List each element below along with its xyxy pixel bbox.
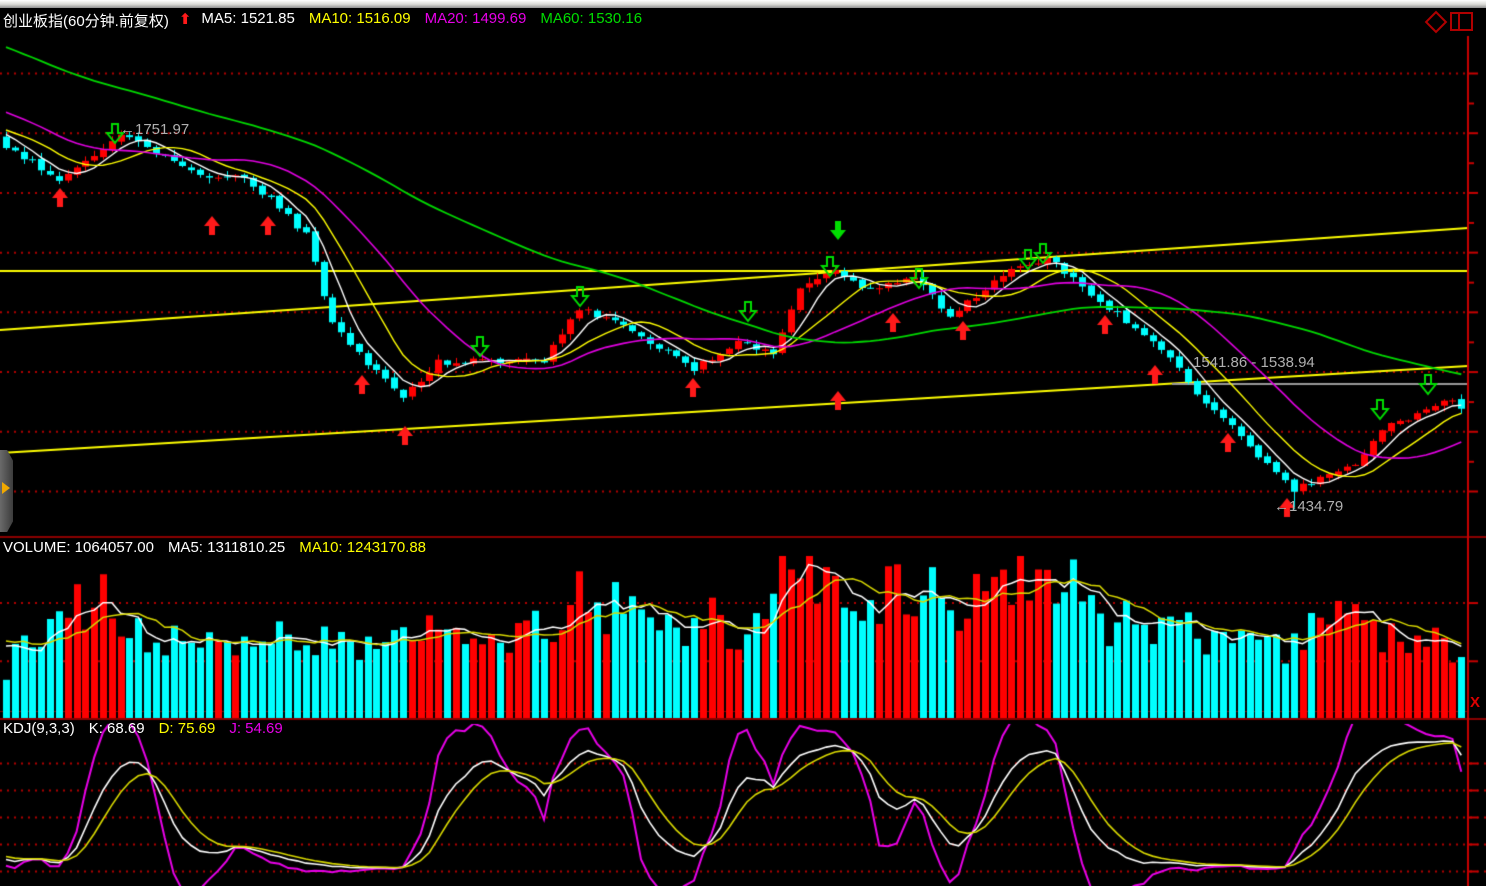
ma5-value: MA5: 1521.85 xyxy=(201,10,294,31)
high-price-annotation: ←1751.97 xyxy=(120,121,189,138)
ma10-value: MA10: 1516.09 xyxy=(309,10,411,31)
volume-ma5-value: MA5: 1311810.25 xyxy=(168,539,285,556)
trading-app-window: 创业板指(60分钟.前复权) ⬆ MA5: 1521.85 MA10: 1516… xyxy=(0,0,1486,886)
volume-pane-header: VOLUME: 1064057.00 MA5: 1311810.25 MA10:… xyxy=(3,539,426,556)
up-arrow-icon: ⬆ xyxy=(179,10,192,31)
kdj-k-value: K: 68.69 xyxy=(89,720,145,737)
window-top-edge xyxy=(0,0,1486,8)
panel-expand-handle[interactable] xyxy=(0,450,13,532)
volume-ma10-value: MA10: 1243170.88 xyxy=(299,539,426,556)
symbol-title: 创业板指(60分钟.前复权) xyxy=(3,10,169,31)
chart-canvas[interactable] xyxy=(0,0,1486,886)
ma60-value: MA60: 1530.16 xyxy=(540,10,642,31)
split-window-icon-divider xyxy=(1458,14,1460,29)
expand-right-triangle-icon xyxy=(2,482,10,494)
main-chart-header: 创业板指(60分钟.前复权) ⬆ MA5: 1521.85 MA10: 1516… xyxy=(3,10,642,31)
kdj-d-value: D: 75.69 xyxy=(159,720,216,737)
kdj-j-value: J: 54.69 xyxy=(229,720,282,737)
volume-value: VOLUME: 1064057.00 xyxy=(3,539,154,556)
split-window-icon[interactable] xyxy=(1450,12,1473,31)
price-range-annotation: 1541.86 - 1538.94 xyxy=(1193,354,1315,371)
kdj-pane-header: KDJ(9,3,3) K: 68.69 D: 75.69 J: 54.69 xyxy=(3,720,283,737)
kdj-title: KDJ(9,3,3) xyxy=(3,720,75,737)
ma20-value: MA20: 1499.69 xyxy=(425,10,527,31)
axis-x-label: X xyxy=(1470,694,1480,711)
low-price-annotation: ←1434.79 xyxy=(1274,498,1343,515)
